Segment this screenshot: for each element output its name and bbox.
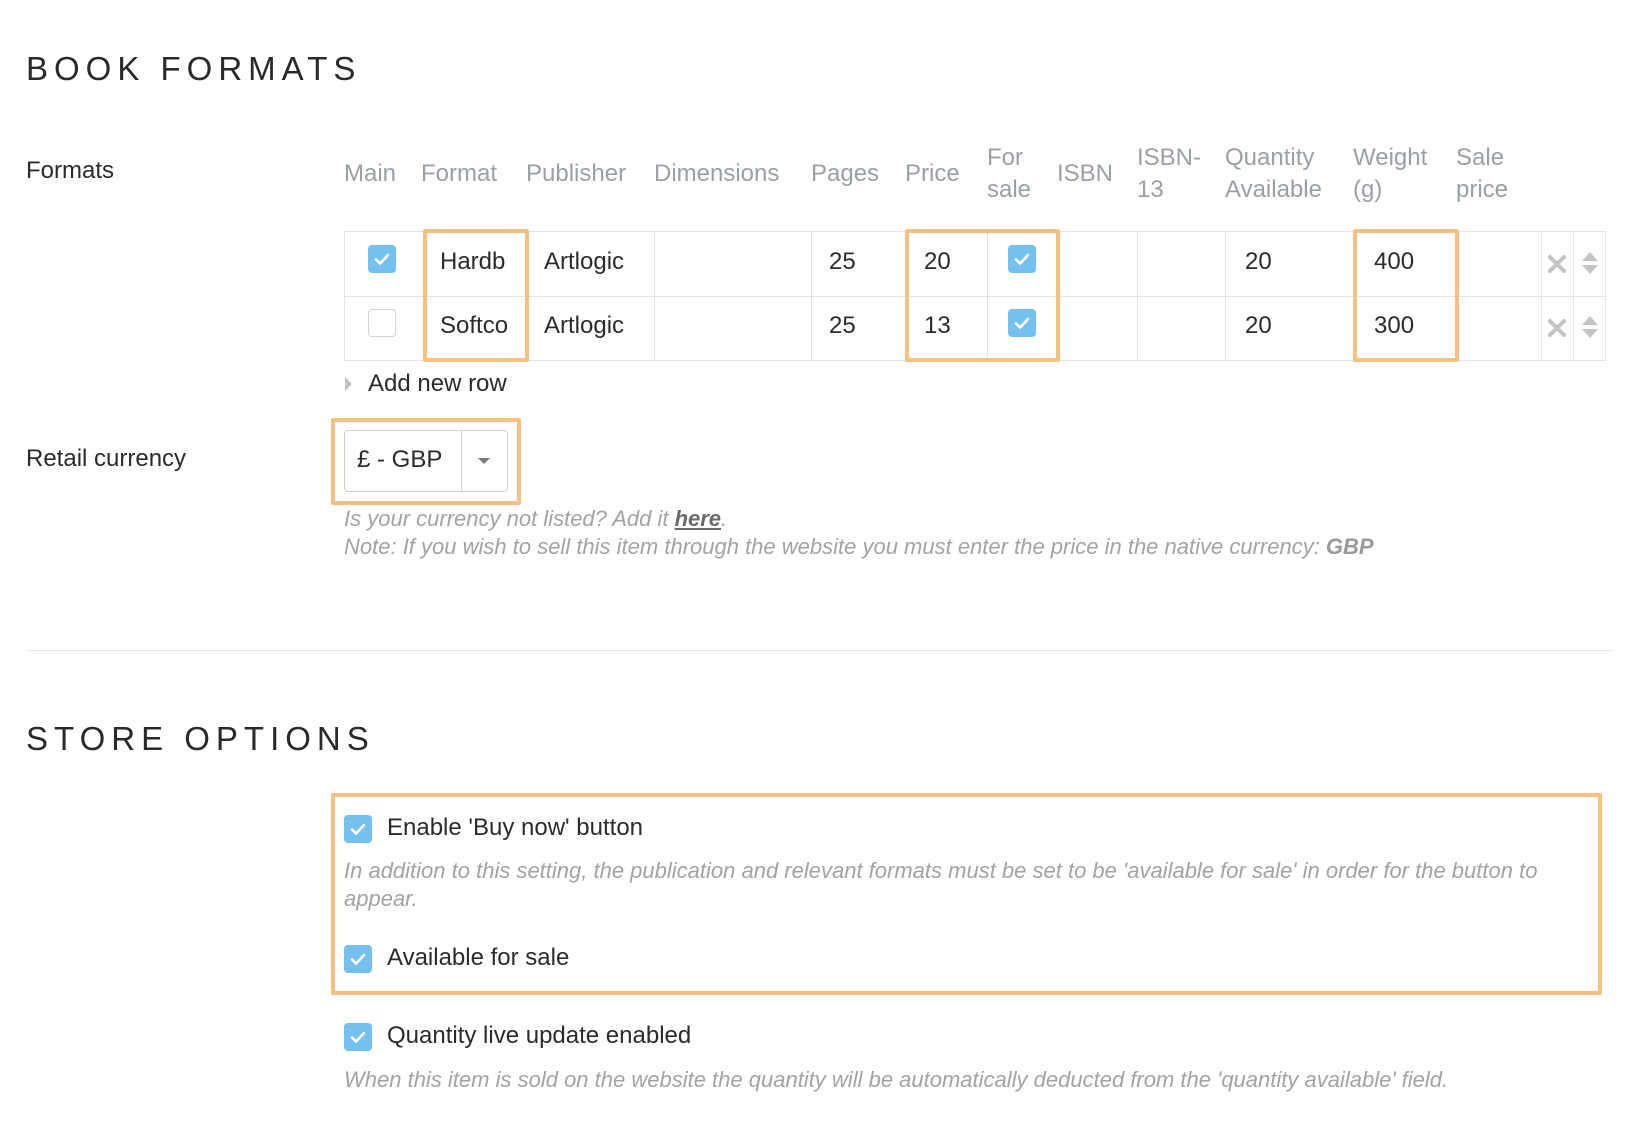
col-header-isbn: ISBN — [1057, 160, 1114, 187]
quantity-field[interactable]: 20 — [1245, 311, 1272, 341]
weight-column-highlight — [1353, 229, 1459, 362]
remove-row-icon[interactable] — [1546, 317, 1568, 339]
dimensions-field[interactable] — [670, 247, 800, 277]
sale-price-field[interactable] — [1472, 311, 1532, 341]
col-header-price: Price — [905, 160, 960, 187]
dimensions-field[interactable] — [670, 311, 800, 341]
formats-label: Formats — [26, 157, 115, 184]
remove-row-icon[interactable] — [1546, 253, 1568, 275]
quantity-live-update-description: When this item is sold on the website th… — [344, 1067, 1449, 1092]
publisher-field[interactable]: Artlogic — [544, 311, 624, 341]
col-header-main: Main — [344, 160, 397, 187]
currency-highlight — [331, 418, 521, 505]
format-column-highlight — [423, 229, 529, 362]
col-header-for-sale: For sale — [987, 144, 1032, 203]
col-header-dimensions: Dimensions — [654, 160, 780, 187]
currency-note: Note: If you wish to sell this item thro… — [344, 534, 1374, 559]
add-currency-link[interactable]: here — [675, 506, 721, 531]
pages-field[interactable]: 25 — [829, 247, 856, 277]
sale-price-field[interactable] — [1472, 247, 1532, 277]
col-divider — [1137, 231, 1138, 361]
isbn13-field[interactable] — [1153, 247, 1213, 277]
col-divider — [1573, 231, 1574, 361]
check-icon — [374, 253, 390, 265]
col-header-format: Format — [421, 160, 498, 187]
retail-currency-label: Retail currency — [26, 445, 187, 472]
caret-right-icon — [345, 377, 352, 391]
section-divider — [26, 650, 1614, 651]
col-divider — [1225, 231, 1226, 361]
col-header-isbn13: ISBN- 13 — [1137, 144, 1202, 203]
col-header-weight: Weight (g) — [1353, 144, 1428, 203]
main-checkbox[interactable] — [368, 245, 396, 273]
isbn13-field[interactable] — [1153, 311, 1213, 341]
quantity-live-update-checkbox[interactable] — [344, 1023, 372, 1051]
publisher-field[interactable]: Artlogic — [544, 247, 624, 277]
store-options-highlight — [331, 793, 1602, 995]
add-new-row-label: Add new row — [368, 370, 507, 397]
col-header-pages: Pages — [811, 160, 880, 187]
check-icon — [350, 1031, 366, 1043]
main-checkbox[interactable] — [368, 309, 396, 337]
book-formats-heading: BOOK FORMATS — [26, 50, 362, 87]
currency-hint: Is your currency not listed? Add it here… — [344, 506, 728, 531]
col-divider — [1541, 231, 1542, 361]
pages-field[interactable]: 25 — [829, 311, 856, 341]
isbn-field[interactable] — [1073, 247, 1128, 277]
price-for-sale-highlight — [905, 229, 1060, 362]
col-header-quantity: Quantity Available — [1225, 144, 1322, 203]
store-options-heading: STORE OPTIONS — [26, 720, 375, 757]
reorder-handle-icon[interactable] — [1580, 250, 1600, 276]
col-header-sale-price: Sale price — [1456, 144, 1509, 203]
col-divider — [811, 231, 812, 361]
reorder-handle-icon[interactable] — [1580, 314, 1600, 340]
isbn-field[interactable] — [1073, 311, 1128, 341]
quantity-live-update-label: Quantity live update enabled — [387, 1022, 692, 1049]
quantity-field[interactable]: 20 — [1245, 247, 1272, 277]
col-divider — [654, 231, 655, 361]
col-header-publisher: Publisher — [526, 160, 627, 187]
